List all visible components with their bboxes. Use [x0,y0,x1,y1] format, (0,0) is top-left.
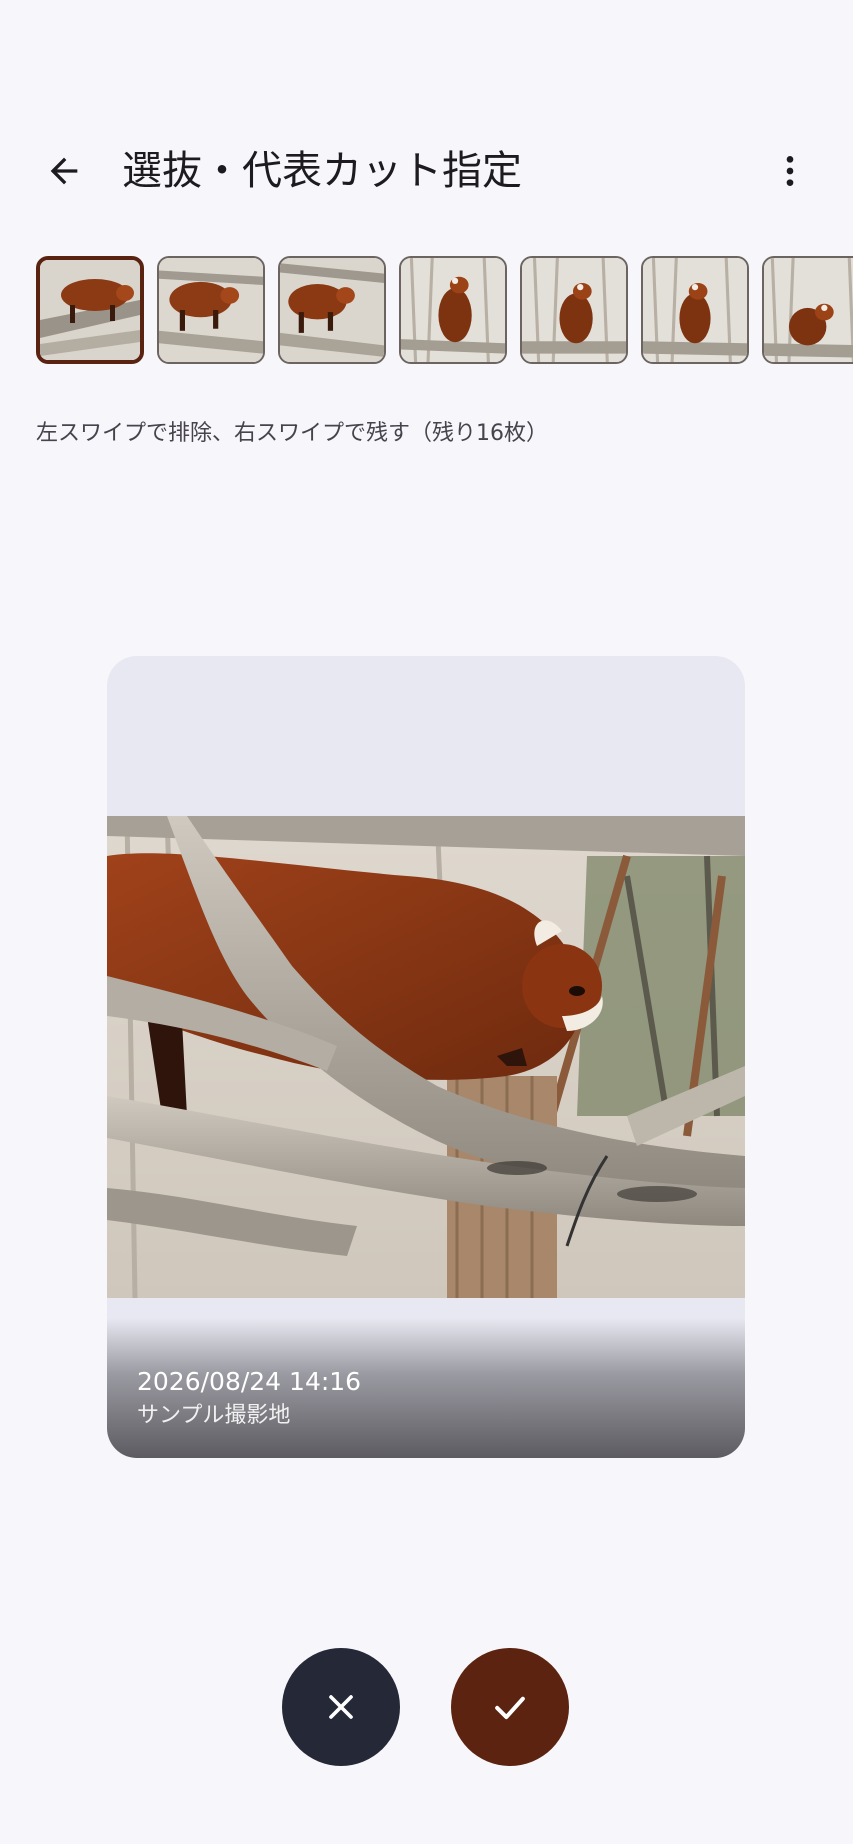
photo-location: サンプル撮影地 [137,1403,291,1428]
check-icon [495,1696,525,1720]
red-panda-photo [107,816,745,1298]
red-panda-thumbnail-image [764,258,853,362]
page-title: 選抜・代表カット指定 [122,148,522,194]
photo-datetime: 2026/08/24 14:16 [137,1367,362,1396]
more-vertical-icon [786,156,794,186]
thumbnail-selected[interactable] [36,256,144,364]
arrow-left-icon [50,157,78,185]
red-panda-thumbnail-image [643,258,747,362]
photo-filmstrip[interactable] [36,256,853,368]
more-options-button[interactable] [758,139,822,203]
top-app-bar: 選抜・代表カット指定 [0,130,853,212]
thumbnail[interactable] [399,256,507,364]
thumbnail[interactable] [520,256,628,364]
thumbnail[interactable] [278,256,386,364]
keep-button[interactable] [451,1648,569,1766]
photo-swipe-card[interactable]: 2026/08/24 14:16 サンプル撮影地 [107,656,745,1458]
red-panda-thumbnail-image [401,258,505,362]
reject-button[interactable] [282,1648,400,1766]
red-panda-thumbnail-image [40,260,140,360]
swipe-hint-text: 左スワイプで排除、右スワイプで残す（残り16枚） [36,421,548,446]
red-panda-thumbnail-image [522,258,626,362]
back-button[interactable] [32,139,96,203]
red-panda-thumbnail-image [280,258,384,362]
thumbnail[interactable] [641,256,749,364]
close-icon [329,1695,353,1719]
red-panda-thumbnail-image [159,258,263,362]
thumbnail[interactable] [157,256,265,364]
thumbnail[interactable] [762,256,853,364]
